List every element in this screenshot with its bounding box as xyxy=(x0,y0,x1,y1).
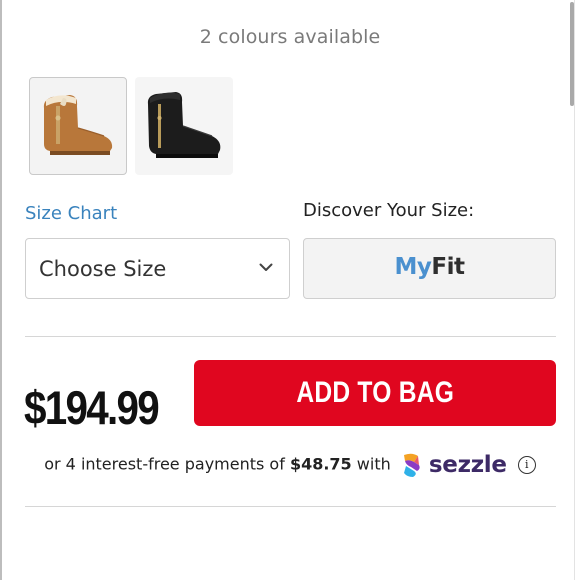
sezzle-mark-icon xyxy=(403,453,420,477)
scrollbar-thumb[interactable] xyxy=(570,2,574,106)
info-icon[interactable]: i xyxy=(517,456,536,474)
myfit-logo-my: My xyxy=(394,254,432,280)
section-divider-bottom xyxy=(25,506,556,507)
chevron-down-icon xyxy=(259,263,273,271)
size-chart-link[interactable]: Size Chart xyxy=(25,203,117,224)
financing-with: with xyxy=(356,454,391,474)
discover-size-label: Discover Your Size: xyxy=(303,200,475,221)
installment-amount: $48.75 xyxy=(289,454,352,474)
black-boot-icon xyxy=(147,92,221,158)
add-to-bag-label: ADD TO BAG xyxy=(296,376,454,409)
financing-prefix: or 4 interest-free payments of xyxy=(44,454,285,474)
myfit-logo-fit: Fit xyxy=(431,254,465,280)
add-to-bag-button[interactable]: ADD TO BAG xyxy=(194,360,556,426)
section-divider xyxy=(25,336,556,337)
myfit-button[interactable]: MyFit xyxy=(303,238,556,299)
colours-available-text: 2 colours available xyxy=(199,26,381,48)
sezzle-wordmark: sezzle xyxy=(428,452,507,478)
size-select[interactable]: Choose Size xyxy=(25,238,290,299)
sezzle-logo[interactable]: sezzle xyxy=(400,452,507,478)
colour-swatch-black[interactable] xyxy=(135,77,233,175)
scrollbar-track[interactable] xyxy=(574,0,575,580)
colour-swatch-chestnut[interactable] xyxy=(29,77,127,175)
window-left-edge xyxy=(0,0,2,580)
financing-line: or 4 interest-free payments of $48.75 wi… xyxy=(0,452,580,478)
size-select-value: Choose Size xyxy=(39,257,167,281)
chestnut-boot-icon xyxy=(43,95,113,155)
myfit-logo: MyFit xyxy=(304,254,555,280)
product-price: $194.99 xyxy=(24,381,160,434)
